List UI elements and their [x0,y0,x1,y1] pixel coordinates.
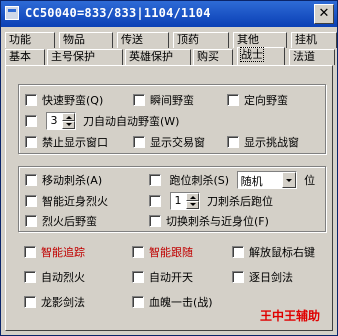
tab-qita[interactable]: 其他 [233,32,287,48]
window-title: CC50040=833/833|1104/1104 [25,6,211,20]
checkbox-paowei-cisha[interactable] [149,174,161,186]
row-auto-yeman: 3 刀自动自动野蛮(W) [25,112,179,130]
tab-gongneng[interactable]: 功能 [5,32,55,48]
checkbox-box[interactable] [132,296,144,308]
checkbox-shunjian-yeman[interactable]: 瞬间野蛮 [133,92,194,108]
checkbox-box[interactable] [25,215,37,227]
tab-goumai[interactable]: 购买 [193,49,233,65]
row-cisha-houpaowei: 1 刀刺杀后跑位 [149,192,273,210]
checkbox-box[interactable] [227,94,239,106]
checkbox-yidong-cisha[interactable]: 移动刺杀(A) [25,172,102,188]
checkbox-box[interactable] [24,296,36,308]
tab-fadao[interactable]: 法道 [289,49,335,65]
close-button[interactable]: ✕ [314,4,334,24]
checkbox-zidong-liehuo[interactable]: 自动烈火 [24,269,85,285]
checkbox-zhineng-gensui[interactable]: 智能跟随 [132,244,193,260]
checkbox-jinzhi-xianshi[interactable]: 禁止显示窗口 [25,134,108,150]
checkbox-box[interactable] [25,195,37,207]
spin-down-icon[interactable] [185,201,199,209]
tab-wupin[interactable]: 物品 [59,32,113,48]
checkbox-qiehuan-cisha[interactable]: 切换刺杀与近身位(F) [149,213,269,229]
checkbox-box[interactable] [25,174,37,186]
spin-up-icon[interactable] [185,193,199,201]
row-paowei-cisha: 跑位刺杀(S) 随机 位 [149,171,315,189]
tab-zhanshi[interactable]: 战士 [237,47,285,65]
checkbox-cisha-houpaowei[interactable] [149,195,161,207]
app-icon [5,6,19,20]
checkbox-box[interactable] [232,271,244,283]
checkbox-dingxiang-yeman[interactable]: 定向野蛮 [227,92,288,108]
checkbox-zidong-kaitian[interactable]: 自动开天 [132,269,193,285]
tab-zhuhao-baohu[interactable]: 主号保护 [47,49,123,65]
spin-up-icon[interactable] [61,113,75,121]
checkbox-box[interactable] [227,136,239,148]
cisha-spinner[interactable]: 1 [169,192,200,210]
chevron-down-icon[interactable] [281,172,296,188]
checkbox-box[interactable] [25,136,37,148]
checkbox-box[interactable] [24,271,36,283]
checkbox-box[interactable] [24,246,36,258]
tab-jiben[interactable]: 基本 [5,49,45,65]
checkbox-box[interactable] [232,246,244,258]
checkbox-liehuo-hou-yeman[interactable]: 烈火后野蛮 [25,213,97,229]
checkbox-xianshi-tiaozhan[interactable]: 显示挑战窗 [227,134,299,150]
checkbox-kuaisu-yeman[interactable]: 快速野蛮(Q) [25,92,103,108]
checkbox-zhineng-jinshen-liehuo[interactable]: 智能近身烈火 [25,193,108,209]
auto-yeman-spinner[interactable]: 3 [45,112,76,130]
checkbox-xianshi-jiaoyi[interactable]: 显示交易窗 [133,134,205,150]
group-cisha: 移动刺杀(A) 跑位刺杀(S) 随机 位 智能近身烈火 1 刀刺杀后跑位 烈火后… [18,166,326,232]
checkbox-box[interactable] [132,246,144,258]
spin-down-icon[interactable] [61,121,75,129]
tab-panel-zhanshi: 快速野蛮(Q) 瞬间野蛮 定向野蛮 3 刀自动自动野蛮(W) 禁止显示窗口 显示… [5,65,333,331]
tab-yingxiong-baohu[interactable]: 英雄保护 [125,49,191,65]
checkbox-jiefang-shubiao[interactable]: 解放鼠标右键 [232,244,315,260]
checkbox-zhineng-zhuizong[interactable]: 智能追踪 [24,244,85,260]
title-bar[interactable]: CC50040=833/833|1104/1104 ✕ [1,1,337,27]
checkbox-auto-yeman[interactable] [25,115,37,127]
checkbox-box[interactable] [133,136,145,148]
checkbox-box[interactable] [149,215,161,227]
paowei-dropdown[interactable]: 随机 [236,171,297,189]
group-yeman: 快速野蛮(Q) 瞬间野蛮 定向野蛮 3 刀自动自动野蛮(W) 禁止显示窗口 显示… [18,84,326,154]
footer-brand: 王中王辅助 [259,309,320,323]
checkbox-longying-jianfa[interactable]: 龙影剑法 [24,294,85,310]
tab-guaji[interactable]: 挂机 [291,32,337,48]
checkbox-box[interactable] [132,271,144,283]
checkbox-zhuri-jianfa[interactable]: 逐日剑法 [232,269,293,285]
tab-chuansong[interactable]: 传送 [117,32,169,48]
checkbox-xuepo-yiji[interactable]: 血魄一击(战) [132,294,213,310]
main-window: CC50040=833/833|1104/1104 ✕ 功能 物品 传送 顶药 … [0,0,338,336]
tab-dingyao[interactable]: 顶药 [173,32,229,48]
checkbox-box[interactable] [133,94,145,106]
checkbox-box[interactable] [25,94,37,106]
